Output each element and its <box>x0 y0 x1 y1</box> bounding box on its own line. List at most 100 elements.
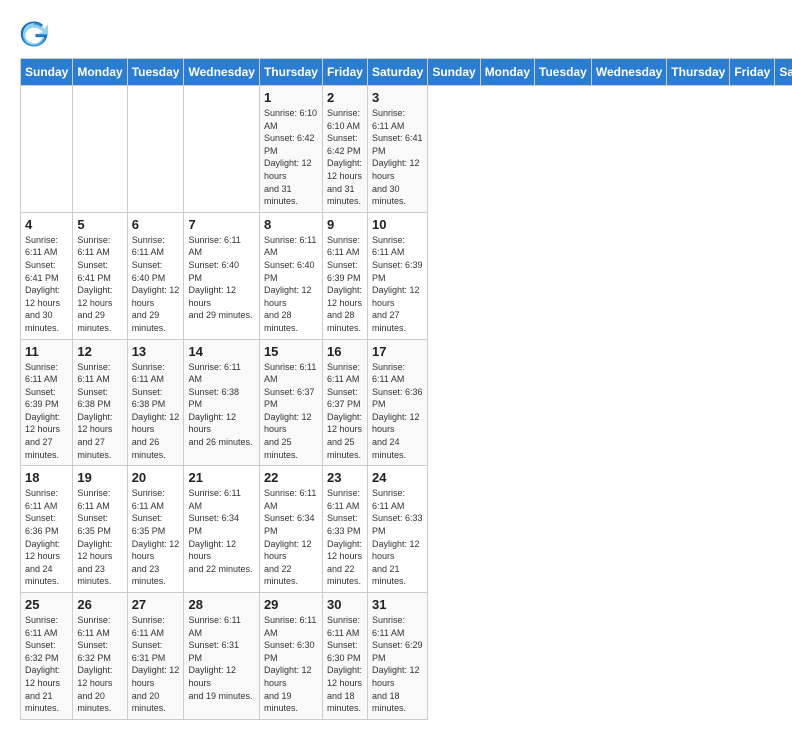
calendar-cell <box>73 86 127 213</box>
day-number: 6 <box>132 217 180 232</box>
col-header-saturday: Saturday <box>775 59 792 86</box>
day-number: 23 <box>327 470 363 485</box>
calendar-cell <box>21 86 73 213</box>
day-number: 14 <box>188 344 254 359</box>
day-number: 11 <box>25 344 68 359</box>
calendar-cell: 1 Sunrise: 6:10 AM Sunset: 6:42 PM Daylig… <box>259 86 322 213</box>
day-number: 3 <box>372 90 423 105</box>
calendar-cell: 15 Sunrise: 6:11 AM Sunset: 6:37 PM Dayli… <box>259 339 322 466</box>
day-number: 26 <box>77 597 122 612</box>
day-info: Sunrise: 6:11 AM Sunset: 6:38 PM Dayligh… <box>132 361 180 462</box>
day-info: Sunrise: 6:10 AM Sunset: 6:42 PM Dayligh… <box>327 107 363 208</box>
day-number: 29 <box>264 597 318 612</box>
day-number: 28 <box>188 597 254 612</box>
day-info: Sunrise: 6:11 AM Sunset: 6:35 PM Dayligh… <box>132 487 180 588</box>
day-number: 27 <box>132 597 180 612</box>
calendar-cell: 18 Sunrise: 6:11 AM Sunset: 6:36 PM Dayli… <box>21 466 73 593</box>
calendar-cell: 17 Sunrise: 6:11 AM Sunset: 6:36 PM Dayli… <box>367 339 427 466</box>
calendar-cell: 5Sunrise: 6:11 AM Sunset: 6:41 PM Daylig… <box>73 212 127 339</box>
calendar-cell <box>127 86 184 213</box>
calendar-cell: 2 Sunrise: 6:10 AM Sunset: 6:42 PM Daylig… <box>322 86 367 213</box>
calendar-week-1: 1 Sunrise: 6:10 AM Sunset: 6:42 PM Daylig… <box>21 86 792 213</box>
day-number: 25 <box>25 597 68 612</box>
calendar-cell: 24Sunrise: 6:11 AM Sunset: 6:33 PM Dayli… <box>367 466 427 593</box>
calendar-cell: 13 Sunrise: 6:11 AM Sunset: 6:38 PM Dayli… <box>127 339 184 466</box>
day-header-saturday: Saturday <box>367 59 427 86</box>
day-number: 2 <box>327 90 363 105</box>
day-number: 16 <box>327 344 363 359</box>
day-header-sunday: Sunday <box>21 59 73 86</box>
day-info: Sunrise: 6:11 AM Sunset: 6:33 PM Dayligh… <box>327 487 363 588</box>
page-header <box>20 20 772 48</box>
calendar-cell: 23 Sunrise: 6:11 AM Sunset: 6:33 PM Dayli… <box>322 466 367 593</box>
day-info: Sunrise: 6:11 AM Sunset: 6:36 PM Dayligh… <box>372 361 423 462</box>
day-number: 4 <box>25 217 68 232</box>
day-info: Sunrise: 6:11 AM Sunset: 6:32 PM Dayligh… <box>25 614 68 715</box>
calendar-cell: 7 Sunrise: 6:11 AM Sunset: 6:40 PM Daylig… <box>184 212 259 339</box>
calendar-week-3: 11 Sunrise: 6:11 AM Sunset: 6:39 PM Dayli… <box>21 339 792 466</box>
col-header-wednesday: Wednesday <box>591 59 666 86</box>
calendar-cell: 21Sunrise: 6:11 AM Sunset: 6:34 PM Dayli… <box>184 466 259 593</box>
day-number: 7 <box>188 217 254 232</box>
day-number: 15 <box>264 344 318 359</box>
calendar-cell: 9Sunrise: 6:11 AM Sunset: 6:39 PM Daylig… <box>322 212 367 339</box>
day-info: Sunrise: 6:11 AM Sunset: 6:38 PM Dayligh… <box>77 361 122 462</box>
day-number: 22 <box>264 470 318 485</box>
calendar-cell: 19Sunrise: 6:11 AM Sunset: 6:35 PM Dayli… <box>73 466 127 593</box>
day-number: 30 <box>327 597 363 612</box>
calendar-week-2: 4 Sunrise: 6:11 AM Sunset: 6:41 PM Daylig… <box>21 212 792 339</box>
day-number: 17 <box>372 344 423 359</box>
day-info: Sunrise: 6:11 AM Sunset: 6:31 PM Dayligh… <box>132 614 180 715</box>
calendar-cell: 4 Sunrise: 6:11 AM Sunset: 6:41 PM Daylig… <box>21 212 73 339</box>
day-info: Sunrise: 6:11 AM Sunset: 6:39 PM Dayligh… <box>25 361 68 462</box>
day-number: 8 <box>264 217 318 232</box>
day-header-friday: Friday <box>322 59 367 86</box>
day-number: 1 <box>264 90 318 105</box>
day-info: Sunrise: 6:11 AM Sunset: 6:40 PM Dayligh… <box>188 234 254 322</box>
logo <box>20 20 52 48</box>
day-number: 18 <box>25 470 68 485</box>
day-number: 13 <box>132 344 180 359</box>
calendar-cell: 6Sunrise: 6:11 AM Sunset: 6:40 PM Daylig… <box>127 212 184 339</box>
day-number: 12 <box>77 344 122 359</box>
day-info: Sunrise: 6:11 AM Sunset: 6:39 PM Dayligh… <box>372 234 423 335</box>
col-header-monday: Monday <box>480 59 534 86</box>
day-info: Sunrise: 6:11 AM Sunset: 6:32 PM Dayligh… <box>77 614 122 715</box>
day-info: Sunrise: 6:11 AM Sunset: 6:41 PM Dayligh… <box>25 234 68 335</box>
calendar-cell: 10 Sunrise: 6:11 AM Sunset: 6:39 PM Dayli… <box>367 212 427 339</box>
calendar-cell: 11 Sunrise: 6:11 AM Sunset: 6:39 PM Dayli… <box>21 339 73 466</box>
col-header-friday: Friday <box>730 59 775 86</box>
day-info: Sunrise: 6:11 AM Sunset: 6:37 PM Dayligh… <box>327 361 363 462</box>
day-number: 20 <box>132 470 180 485</box>
day-info: Sunrise: 6:11 AM Sunset: 6:29 PM Dayligh… <box>372 614 423 715</box>
day-info: Sunrise: 6:11 AM Sunset: 6:41 PM Dayligh… <box>372 107 423 208</box>
day-info: Sunrise: 6:11 AM Sunset: 6:34 PM Dayligh… <box>264 487 318 588</box>
calendar-week-4: 18 Sunrise: 6:11 AM Sunset: 6:36 PM Dayli… <box>21 466 792 593</box>
calendar-cell: 8 Sunrise: 6:11 AM Sunset: 6:40 PM Daylig… <box>259 212 322 339</box>
calendar-table: SundayMondayTuesdayWednesdayThursdayFrid… <box>20 58 792 720</box>
day-info: Sunrise: 6:11 AM Sunset: 6:37 PM Dayligh… <box>264 361 318 462</box>
calendar-cell: 16 Sunrise: 6:11 AM Sunset: 6:37 PM Dayli… <box>322 339 367 466</box>
day-number: 10 <box>372 217 423 232</box>
day-info: Sunrise: 6:11 AM Sunset: 6:38 PM Dayligh… <box>188 361 254 449</box>
day-info: Sunrise: 6:10 AM Sunset: 6:42 PM Dayligh… <box>264 107 318 208</box>
calendar-cell: 3 Sunrise: 6:11 AM Sunset: 6:41 PM Daylig… <box>367 86 427 213</box>
day-info: Sunrise: 6:11 AM Sunset: 6:40 PM Dayligh… <box>264 234 318 335</box>
calendar-cell: 22 Sunrise: 6:11 AM Sunset: 6:34 PM Dayli… <box>259 466 322 593</box>
calendar-cell: 20 Sunrise: 6:11 AM Sunset: 6:35 PM Dayli… <box>127 466 184 593</box>
day-info: Sunrise: 6:11 AM Sunset: 6:30 PM Dayligh… <box>264 614 318 715</box>
day-number: 19 <box>77 470 122 485</box>
day-info: Sunrise: 6:11 AM Sunset: 6:36 PM Dayligh… <box>25 487 68 588</box>
day-number: 31 <box>372 597 423 612</box>
col-header-thursday: Thursday <box>667 59 730 86</box>
calendar-cell: 14 Sunrise: 6:11 AM Sunset: 6:38 PM Dayli… <box>184 339 259 466</box>
day-number: 5 <box>77 217 122 232</box>
day-header-wednesday: Wednesday <box>184 59 259 86</box>
day-number: 21 <box>188 470 254 485</box>
col-header-sunday: Sunday <box>428 59 480 86</box>
day-info: Sunrise: 6:11 AM Sunset: 6:31 PM Dayligh… <box>188 614 254 702</box>
day-number: 24 <box>372 470 423 485</box>
calendar-cell: 12 Sunrise: 6:11 AM Sunset: 6:38 PM Dayli… <box>73 339 127 466</box>
day-info: Sunrise: 6:11 AM Sunset: 6:30 PM Dayligh… <box>327 614 363 715</box>
col-header-tuesday: Tuesday <box>535 59 592 86</box>
